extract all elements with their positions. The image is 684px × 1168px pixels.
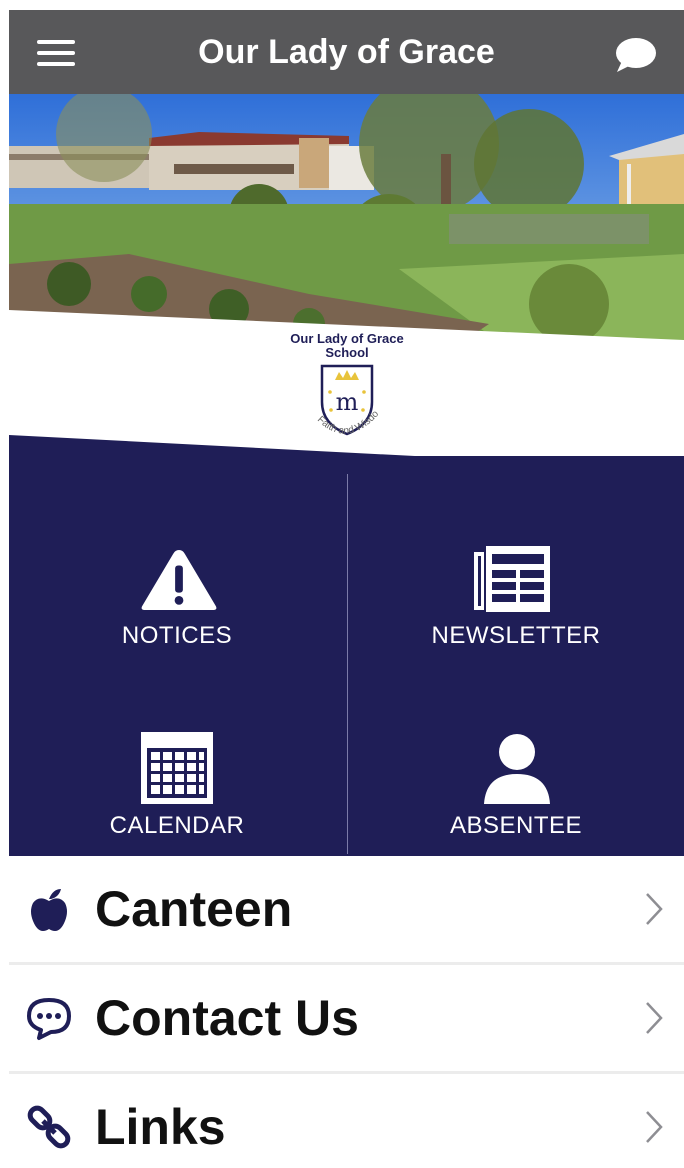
chat-bubble-icon	[27, 998, 71, 1040]
tile-absentee-label: ABSENTEE	[449, 812, 583, 839]
list-item-contact-us[interactable]: Contact Us	[9, 962, 684, 1071]
menu-list: Canteen Contact Us Links	[9, 856, 684, 1168]
tile-newsletter-label: NEWSLETTER	[431, 622, 601, 649]
list-item-label: Links	[95, 1099, 226, 1155]
svg-text:Faith and Wisdom: Faith and Wisdom	[279, 332, 381, 437]
list-item-canteen[interactable]: Canteen	[9, 856, 684, 962]
tile-divider	[347, 474, 348, 854]
list-item-label: Contact Us	[95, 990, 359, 1046]
top-app-bar: Our Lady of Grace	[9, 10, 684, 94]
apple-icon	[31, 889, 67, 931]
link-chain-icon	[27, 1105, 71, 1149]
calendar-icon	[141, 732, 213, 804]
app-screen: Our Lady of Grace Our Lady of Grace Scho…	[9, 10, 684, 1168]
tile-newsletter[interactable]: NEWSLETTER	[348, 530, 684, 710]
chevron-right-icon	[646, 893, 663, 925]
tile-notices[interactable]: NOTICES	[9, 530, 345, 710]
list-item-label: Canteen	[95, 881, 293, 937]
chevron-right-icon	[646, 1002, 663, 1034]
person-icon	[484, 734, 550, 804]
tile-calendar-label: CALENDAR	[109, 812, 245, 839]
list-item-links[interactable]: Links	[9, 1071, 684, 1168]
warning-triangle-icon	[141, 549, 217, 611]
page-title: Our Lady of Grace	[198, 33, 495, 71]
newspaper-icon	[474, 546, 550, 612]
chevron-right-icon	[646, 1111, 663, 1143]
speech-bubble-icon[interactable]	[613, 36, 657, 74]
tile-notices-label: NOTICES	[121, 622, 233, 649]
